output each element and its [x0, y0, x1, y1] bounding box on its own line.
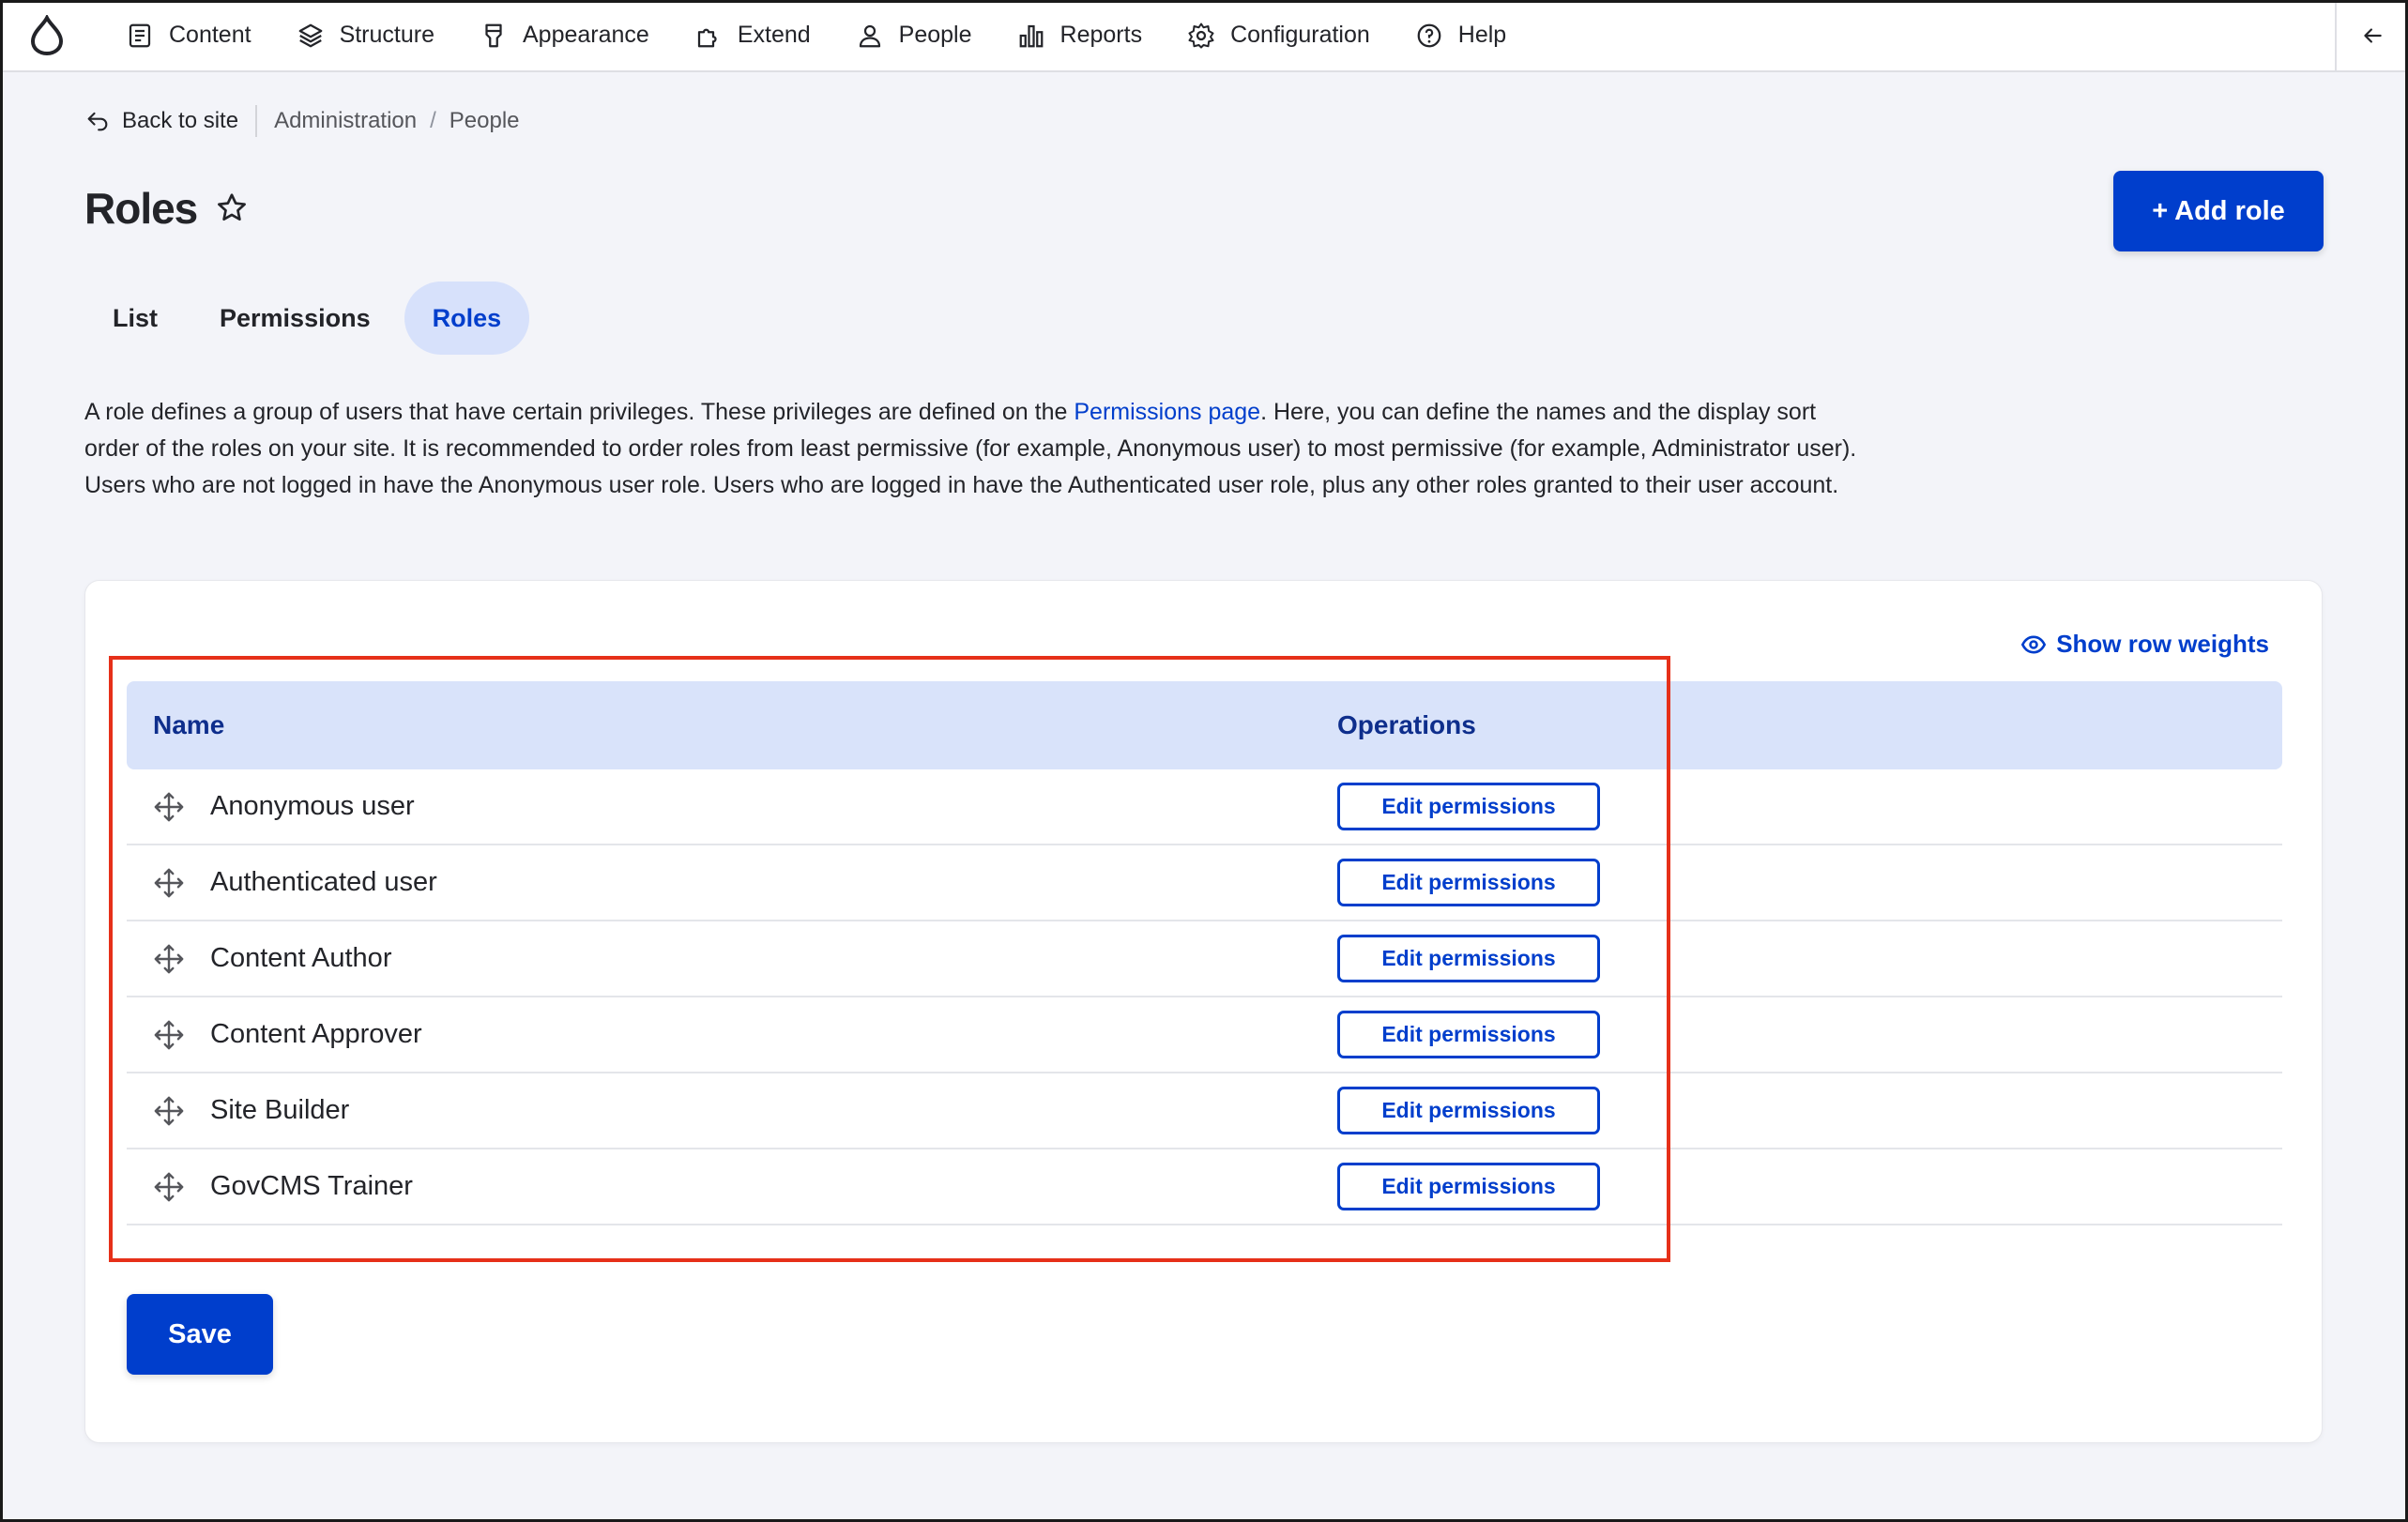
column-header-name: Name — [153, 710, 225, 739]
show-row-weights-button[interactable]: Show row weights — [2020, 630, 2269, 659]
nav-people[interactable]: People — [833, 0, 995, 71]
nav-configuration[interactable]: Configuration — [1165, 0, 1393, 71]
brush-icon — [485, 23, 502, 47]
role-name: Content Author — [210, 943, 392, 973]
add-role-button[interactable]: + Add role — [2113, 171, 2324, 251]
role-name: Anonymous user — [210, 791, 415, 821]
save-button[interactable]: Save — [127, 1294, 273, 1375]
drupal-drop-icon — [30, 14, 64, 55]
main-nav: Content Structure Appearance Extend Peop… — [103, 0, 1529, 71]
edit-permissions-button[interactable]: Edit permissions — [1337, 1011, 1600, 1058]
description-text-start: A role defines a group of users that hav… — [84, 399, 1074, 425]
table-row: Anonymous user Edit permissions — [127, 769, 2282, 845]
role-name: Content Approver — [210, 1019, 422, 1049]
bar-chart-icon — [1019, 24, 1043, 47]
nav-reports[interactable]: Reports — [995, 0, 1166, 71]
breadcrumb: Back to site Administration / People — [84, 103, 520, 139]
breadcrumb-people[interactable]: People — [450, 108, 520, 134]
drag-handle-icon[interactable] — [153, 1019, 185, 1051]
permissions-page-link[interactable]: Permissions page — [1074, 399, 1260, 425]
nav-label: Reports — [1059, 22, 1143, 48]
arrow-left-icon — [2364, 27, 2382, 43]
edit-permissions-button[interactable]: Edit permissions — [1337, 935, 1600, 982]
tab-roles[interactable]: Roles — [404, 282, 530, 355]
nav-label: People — [898, 22, 972, 48]
show-row-weights-label: Show row weights — [2056, 630, 2269, 658]
collapse-toolbar-button[interactable] — [2335, 0, 2408, 70]
nav-structure[interactable]: Structure — [274, 0, 457, 71]
help-circle-icon — [1417, 23, 1441, 47]
gear-icon — [1188, 23, 1214, 48]
drag-handle-icon[interactable] — [153, 1171, 185, 1203]
puzzle-icon — [697, 28, 717, 47]
drag-handle-icon[interactable] — [153, 1095, 185, 1127]
nav-appearance[interactable]: Appearance — [457, 0, 672, 71]
table-row: Content Author Edit permissions — [127, 921, 2282, 997]
tab-list[interactable]: List — [84, 282, 186, 355]
nav-label: Structure — [339, 22, 434, 48]
edit-permissions-button[interactable]: Edit permissions — [1337, 783, 1600, 830]
nav-label: Configuration — [1230, 22, 1370, 48]
local-tasks-tabs: List Permissions Roles — [84, 282, 535, 355]
nav-label: Extend — [737, 22, 811, 48]
page-title: Roles — [84, 184, 198, 233]
nav-help[interactable]: Help — [1393, 0, 1529, 71]
drag-handle-icon[interactable] — [153, 791, 185, 823]
nav-label: Appearance — [523, 22, 649, 48]
table-row: GovCMS Trainer Edit permissions — [127, 1149, 2282, 1225]
breadcrumb-divider — [255, 105, 258, 137]
table-row: Content Approver Edit permissions — [127, 997, 2282, 1073]
breadcrumb-administration[interactable]: Administration — [274, 108, 417, 134]
breadcrumb-separator: / — [430, 108, 436, 133]
nav-content[interactable]: Content — [103, 0, 274, 71]
edit-permissions-button[interactable]: Edit permissions — [1337, 1087, 1600, 1134]
roles-table-card: Show row weights Name Operations Anonymo… — [84, 580, 2323, 1443]
star-shortcut-icon[interactable] — [214, 190, 250, 226]
column-header-operations: Operations — [1337, 710, 1476, 739]
drag-handle-icon[interactable] — [153, 943, 185, 975]
document-icon — [129, 23, 151, 47]
table-body: Anonymous user Edit permissions Authenti… — [127, 769, 2282, 1225]
role-name: Authenticated user — [210, 867, 437, 897]
page-title-row: Roles — [84, 183, 250, 234]
nav-label: Content — [169, 22, 251, 48]
drupal-logo[interactable] — [0, 0, 94, 71]
back-to-site-label: Back to site — [122, 108, 239, 133]
tab-permissions[interactable]: Permissions — [191, 282, 399, 355]
edit-permissions-button[interactable]: Edit permissions — [1337, 1163, 1600, 1210]
roles-description: A role defines a group of users that hav… — [84, 394, 1867, 504]
nav-label: Help — [1457, 22, 1507, 48]
eye-icon — [2021, 635, 2047, 653]
layers-icon — [298, 23, 322, 47]
edit-permissions-button[interactable]: Edit permissions — [1337, 859, 1600, 906]
back-to-site-link[interactable]: Back to site — [84, 108, 238, 134]
nav-extend[interactable]: Extend — [672, 0, 833, 71]
back-arrow-icon — [87, 112, 108, 131]
admin-toolbar: Content Structure Appearance Extend Peop… — [0, 0, 2408, 72]
drag-handle-icon[interactable] — [153, 867, 185, 899]
role-name: Site Builder — [210, 1095, 350, 1125]
person-icon — [859, 24, 880, 47]
role-name: GovCMS Trainer — [210, 1171, 413, 1201]
table-header: Name Operations — [127, 681, 2282, 769]
table-row: Authenticated user Edit permissions — [127, 845, 2282, 921]
table-row: Site Builder Edit permissions — [127, 1073, 2282, 1149]
